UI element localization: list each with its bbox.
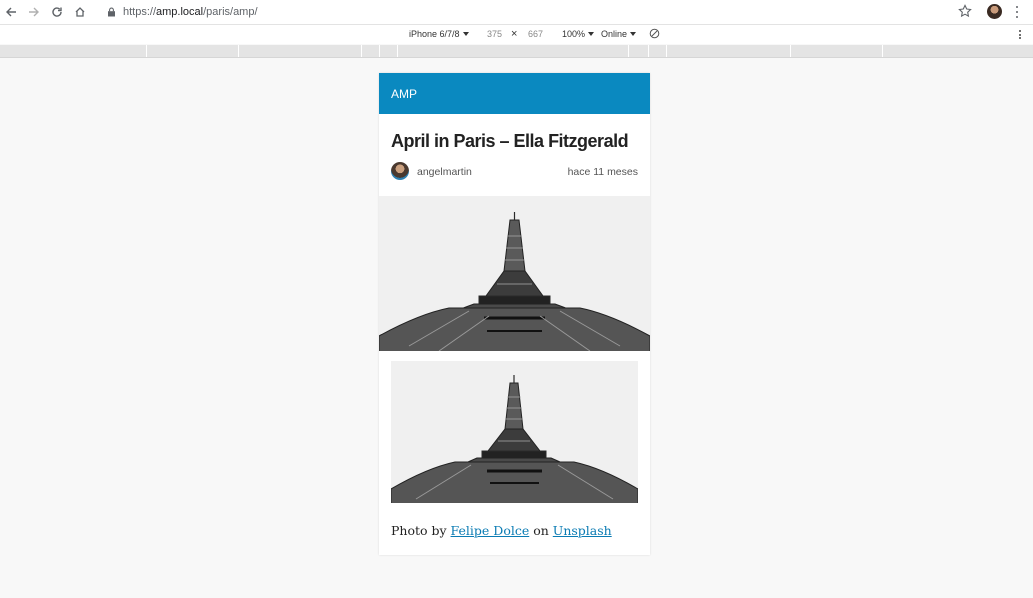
- photographer-link[interactable]: Felipe Dolce: [451, 523, 530, 538]
- address-bar[interactable]: https://amp.local/paris/amp/: [98, 2, 978, 22]
- device-toolbar: iPhone 6/7/8 375 × 667 100% Online: [0, 25, 1033, 44]
- ruler-tick: [361, 45, 362, 57]
- amp-header: AMP: [379, 73, 650, 114]
- times-symbol: ×: [511, 28, 518, 40]
- ruler-tick: [628, 45, 629, 57]
- width-value: 375: [487, 29, 503, 39]
- device-select[interactable]: iPhone 6/7/8: [409, 29, 469, 39]
- rotate-icon[interactable]: [649, 28, 660, 39]
- url-scheme: https://: [123, 6, 157, 18]
- content-image: [391, 361, 638, 503]
- home-icon[interactable]: [71, 3, 89, 21]
- ruler-tick: [790, 45, 791, 57]
- browser-toolbar: https://amp.local/paris/amp/: [0, 0, 1033, 25]
- menu-icon[interactable]: [1013, 4, 1021, 20]
- author-name: angelmartin: [417, 166, 472, 178]
- site-title[interactable]: AMP: [391, 87, 417, 101]
- chevron-down-icon: [588, 32, 595, 36]
- zoom-value: 100%: [562, 29, 586, 39]
- profile-avatar[interactable]: [987, 4, 1002, 19]
- lock-icon: [104, 5, 118, 19]
- author-avatar: [391, 162, 409, 180]
- photo-caption: Photo by Felipe Dolce on Unsplash: [391, 523, 612, 538]
- ruler-tick: [397, 45, 398, 57]
- ruler-tick: [648, 45, 649, 57]
- dimension-times: ×: [511, 28, 517, 40]
- featured-image: [379, 196, 650, 351]
- unsplash-link[interactable]: Unsplash: [553, 523, 612, 538]
- ruler-tick: [238, 45, 239, 57]
- network-select[interactable]: Online: [601, 29, 637, 39]
- amp-page: AMP April in Paris – Ella Fitzgerald ang…: [379, 73, 650, 555]
- ruler-tick: [666, 45, 667, 57]
- caption-prefix: Photo by: [391, 523, 451, 538]
- ruler-tick: [882, 45, 883, 57]
- back-icon[interactable]: [2, 3, 20, 21]
- url-path: /paris/amp/: [203, 6, 258, 18]
- height-value: 667: [528, 29, 544, 39]
- ruler-tick: [379, 45, 380, 57]
- caption-mid: on: [529, 523, 553, 538]
- post-date: hace 11 meses: [567, 166, 638, 178]
- chevron-down-icon: [630, 32, 637, 36]
- ruler-tick: [146, 45, 147, 57]
- forward-icon[interactable]: [25, 3, 43, 21]
- star-icon[interactable]: [958, 4, 974, 20]
- post-meta: angelmartin hace 11 meses: [391, 160, 638, 184]
- device-name: iPhone 6/7/8: [409, 29, 460, 39]
- chevron-down-icon: [462, 32, 469, 36]
- url-host: amp.local: [156, 6, 204, 18]
- media-query-ruler[interactable]: [0, 45, 1033, 58]
- device-menu-icon[interactable]: [1016, 28, 1024, 41]
- url-text: https://amp.local/paris/amp/: [123, 6, 258, 18]
- network-value: Online: [601, 29, 628, 39]
- width-input[interactable]: 375: [487, 29, 502, 39]
- post-title: April in Paris – Ella Fitzgerald: [391, 131, 629, 151]
- reload-icon[interactable]: [48, 3, 66, 21]
- height-input[interactable]: 667: [528, 29, 543, 39]
- zoom-select[interactable]: 100%: [562, 29, 595, 39]
